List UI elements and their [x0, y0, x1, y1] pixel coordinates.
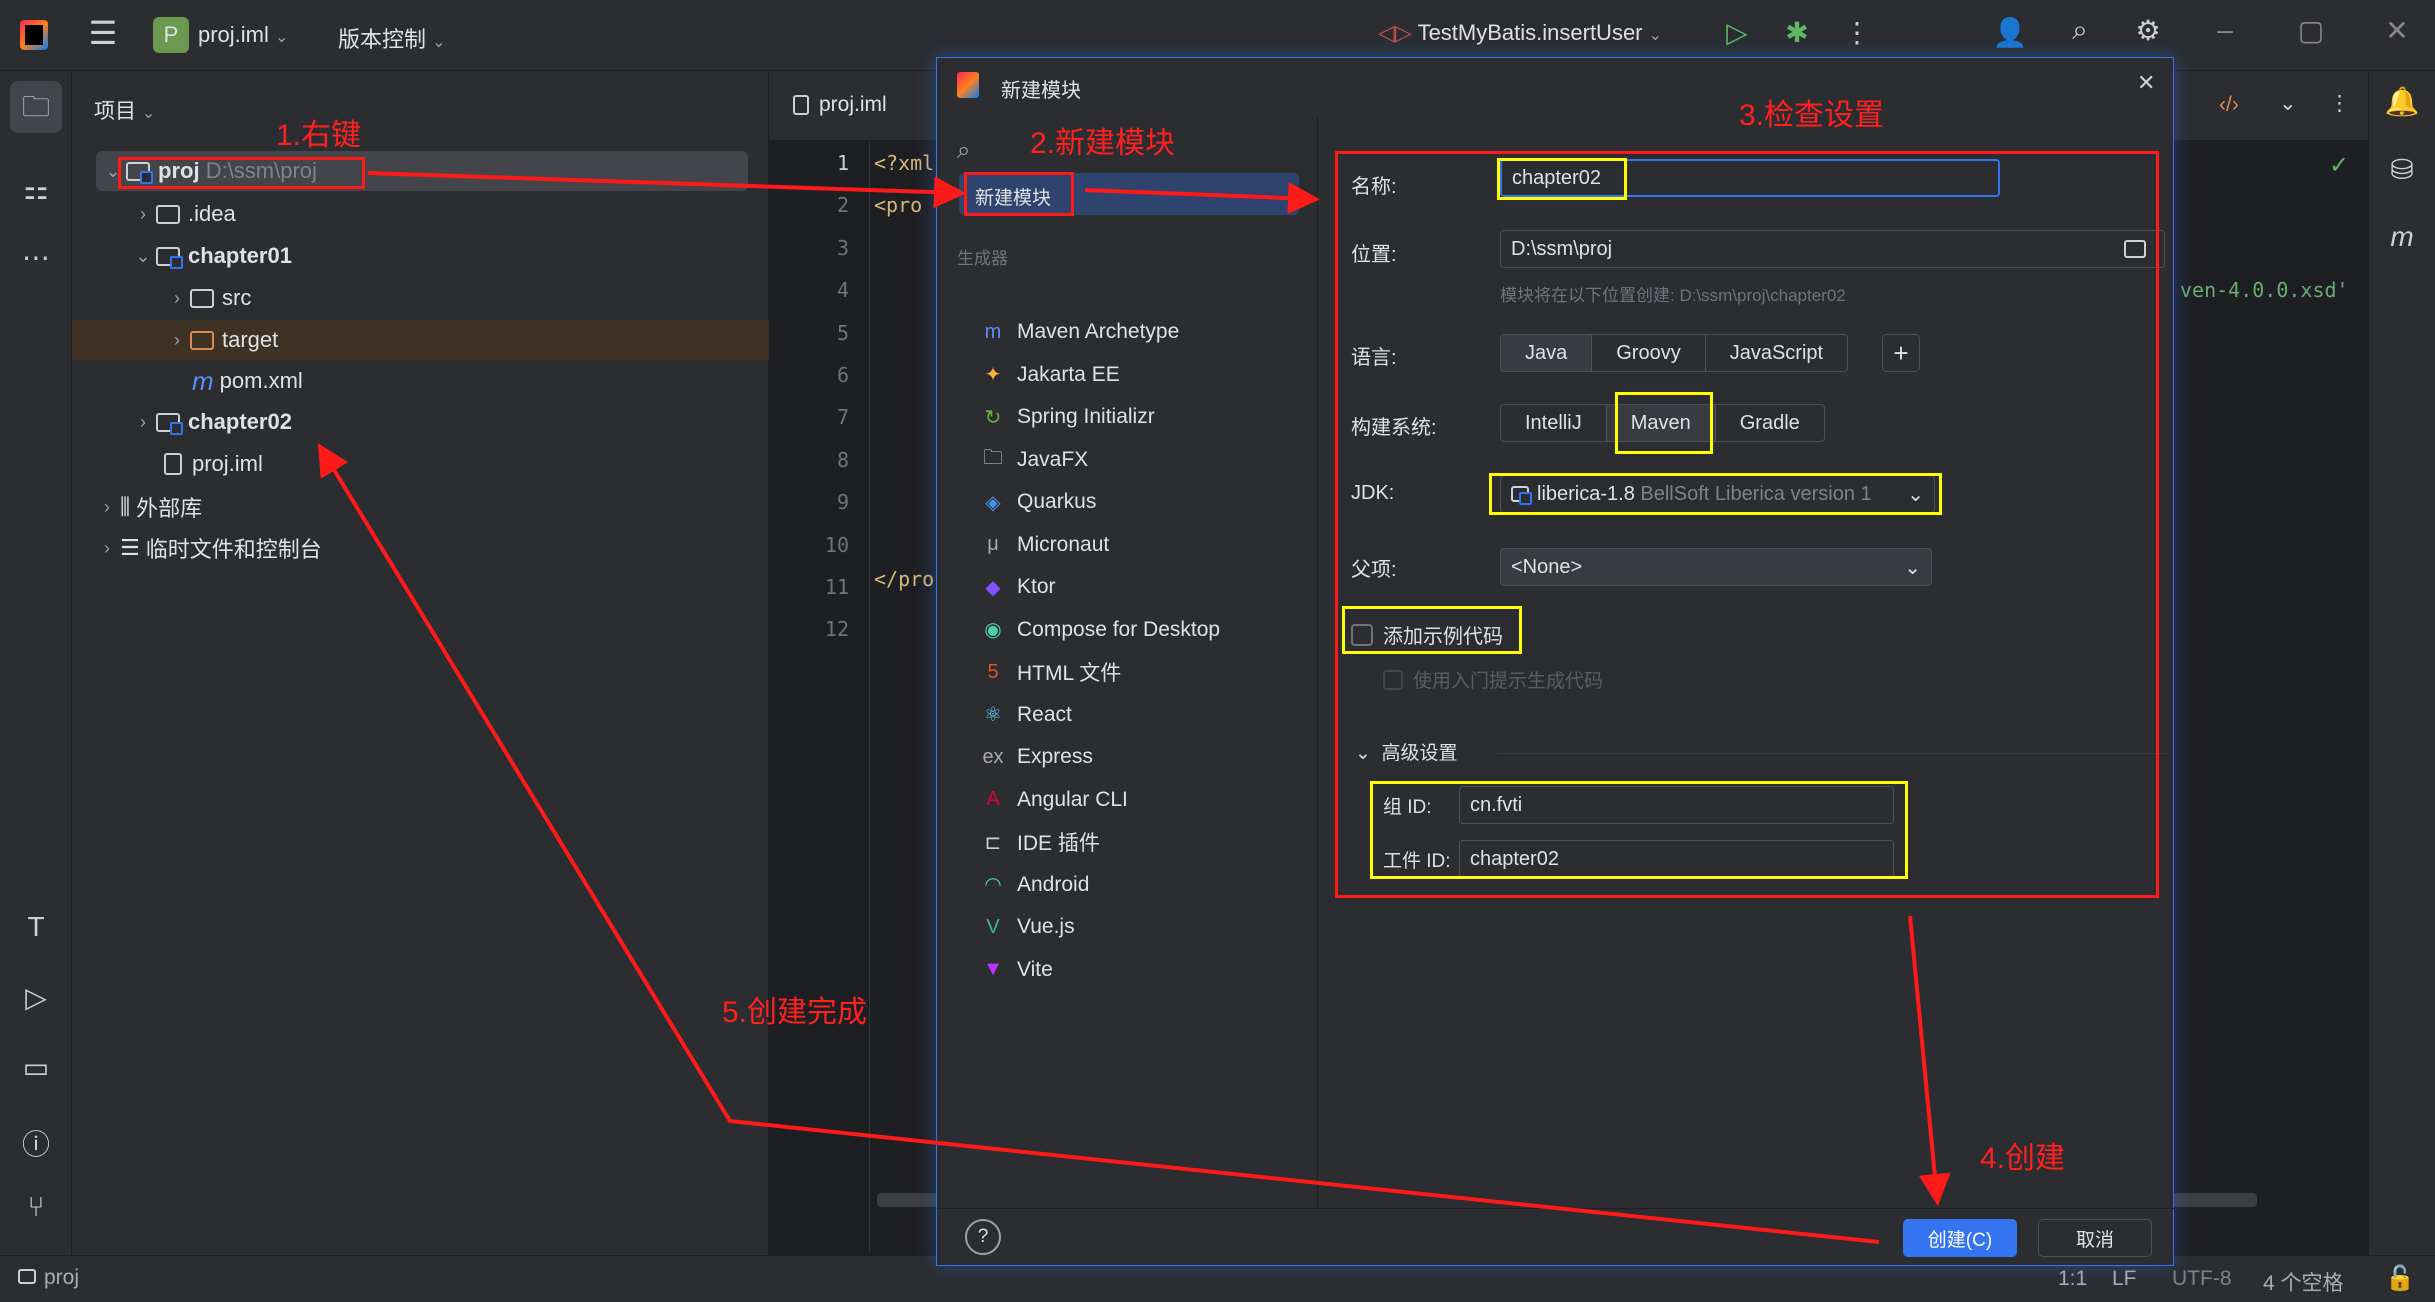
arrow-step2: [1084, 182, 1320, 215]
arrow-step4: [1908, 915, 1951, 1206]
annotation-arrows: [317, 171, 1951, 1244]
arrow-step5: [317, 443, 1880, 1244]
arrow-step1: [367, 171, 966, 209]
